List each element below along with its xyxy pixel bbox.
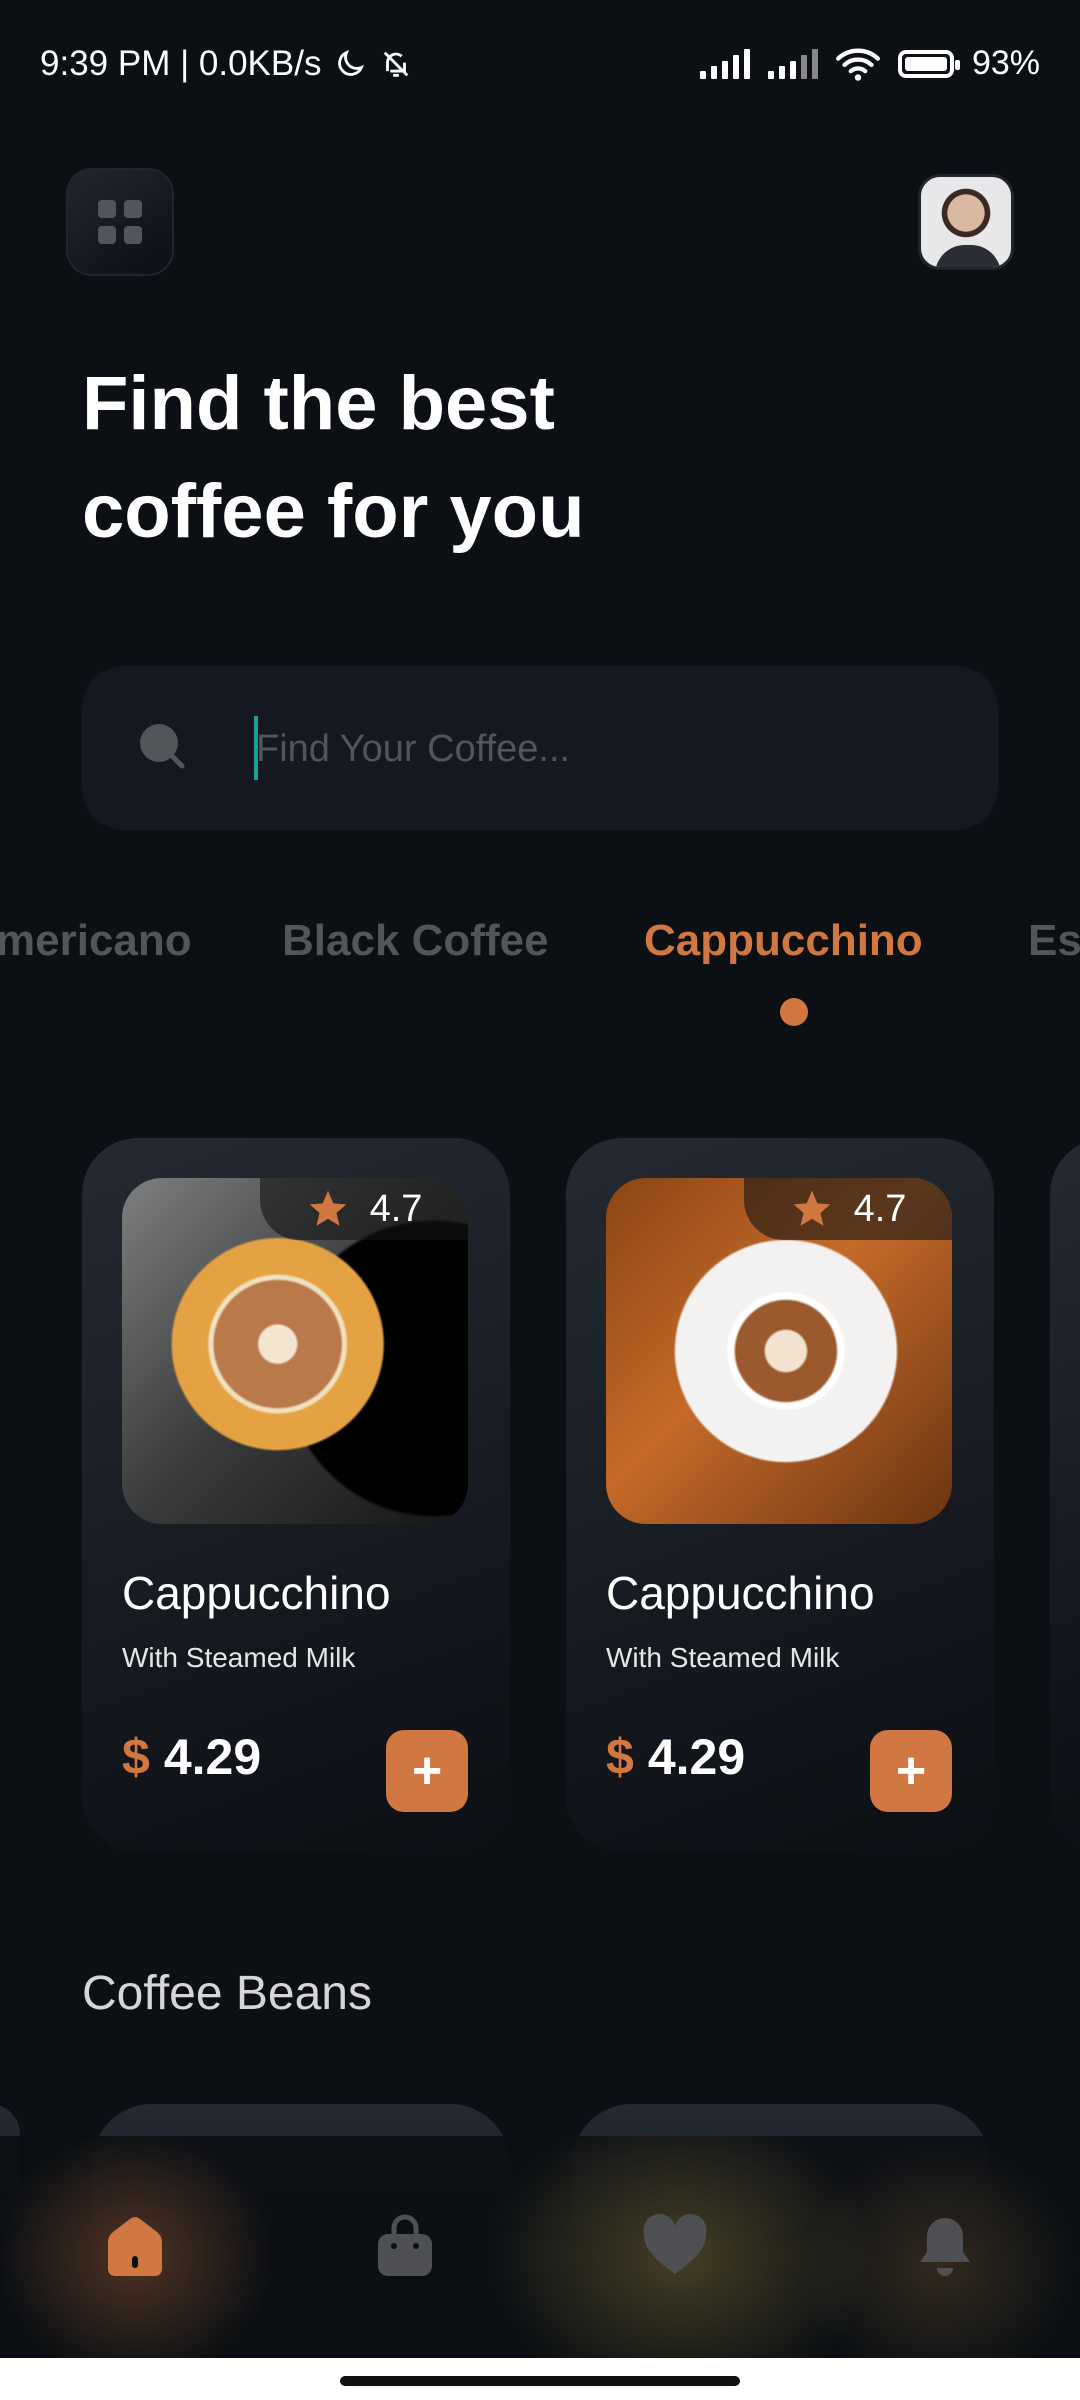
grid-icon-cell bbox=[98, 200, 116, 218]
headline-line-1: Find the best bbox=[82, 361, 555, 446]
grid-icon-cell bbox=[124, 200, 142, 218]
search-bar[interactable] bbox=[82, 666, 998, 830]
price-amount: 4.29 bbox=[163, 1729, 262, 1785]
tab-americano[interactable]: mericano bbox=[0, 916, 192, 966]
avatar-shoulders bbox=[935, 245, 1001, 267]
price-currency: $ bbox=[606, 1729, 634, 1785]
page-title: Find the best coffee for you bbox=[82, 350, 585, 566]
price-amount: 4.29 bbox=[647, 1729, 746, 1785]
rating-badge: 4.7 bbox=[744, 1178, 952, 1240]
product-card[interactable]: 4.7 Cappucchino With Steamed Milk $4.29 … bbox=[566, 1138, 994, 1852]
wifi-icon bbox=[835, 48, 880, 81]
home-indicator[interactable] bbox=[340, 2376, 740, 2386]
moon-icon bbox=[338, 49, 365, 76]
grid-icon-cell bbox=[124, 226, 142, 244]
add-to-cart-button[interactable]: + bbox=[870, 1730, 952, 1812]
rating-value: 4.7 bbox=[369, 1187, 423, 1230]
text-cursor bbox=[254, 716, 258, 780]
star-icon bbox=[793, 1190, 830, 1226]
grid-icon-cell bbox=[98, 226, 116, 244]
tab-espresso[interactable]: Esp bbox=[1028, 916, 1080, 966]
status-bar: 9:39 PM | 0.0KB/s 93% bbox=[0, 0, 1080, 130]
rating-value: 4.7 bbox=[853, 1187, 907, 1230]
product-image: 4.7 bbox=[606, 1178, 952, 1524]
add-to-cart-button[interactable]: + bbox=[386, 1730, 468, 1812]
category-tabs: mericano Black Coffee Cappucchino Esp bbox=[0, 916, 1080, 1036]
product-price: $4.29 bbox=[122, 1728, 261, 1786]
avatar[interactable] bbox=[918, 174, 1014, 270]
status-right: 93% bbox=[699, 44, 1040, 83]
status-left: 9:39 PM | 0.0KB/s bbox=[40, 44, 413, 84]
active-tab-indicator bbox=[780, 998, 808, 1026]
product-image: 4.7 bbox=[122, 1178, 468, 1524]
home-icon[interactable] bbox=[100, 2212, 170, 2282]
bell-off-icon bbox=[384, 51, 409, 77]
product-name: Cappucchino bbox=[606, 1567, 875, 1619]
rating-badge: 4.7 bbox=[260, 1178, 468, 1240]
product-card-partial[interactable] bbox=[1050, 1138, 1080, 1852]
headline-line-2: coffee for you bbox=[82, 469, 585, 554]
price-currency: $ bbox=[122, 1729, 150, 1785]
product-name: Cappucchino bbox=[122, 1567, 391, 1619]
menu-button[interactable] bbox=[66, 168, 174, 276]
tab-black-coffee[interactable]: Black Coffee bbox=[282, 916, 549, 966]
section-title-coffee-beans: Coffee Beans bbox=[82, 1967, 372, 2020]
product-card[interactable]: 4.7 Cappucchino With Steamed Milk $4.29 … bbox=[82, 1138, 510, 1852]
signal-icon-2 bbox=[767, 48, 818, 79]
product-subtitle: With Steamed Milk bbox=[606, 1642, 840, 1673]
product-subtitle: With Steamed Milk bbox=[122, 1642, 356, 1673]
heart-icon[interactable] bbox=[640, 2212, 710, 2282]
status-time-speed: 9:39 PM | 0.0KB/s bbox=[40, 44, 322, 83]
bell-icon[interactable] bbox=[910, 2212, 980, 2282]
battery-icon bbox=[897, 49, 960, 78]
bag-icon[interactable] bbox=[370, 2212, 440, 2282]
signal-icon bbox=[699, 48, 750, 79]
product-price: $4.29 bbox=[606, 1728, 745, 1786]
battery-level: 93% bbox=[971, 44, 1040, 82]
bottom-navigation bbox=[0, 2136, 1080, 2358]
star-icon bbox=[309, 1190, 346, 1226]
search-input[interactable] bbox=[254, 708, 958, 790]
tab-cappucchino[interactable]: Cappucchino bbox=[644, 916, 923, 966]
search-icon bbox=[140, 724, 185, 769]
